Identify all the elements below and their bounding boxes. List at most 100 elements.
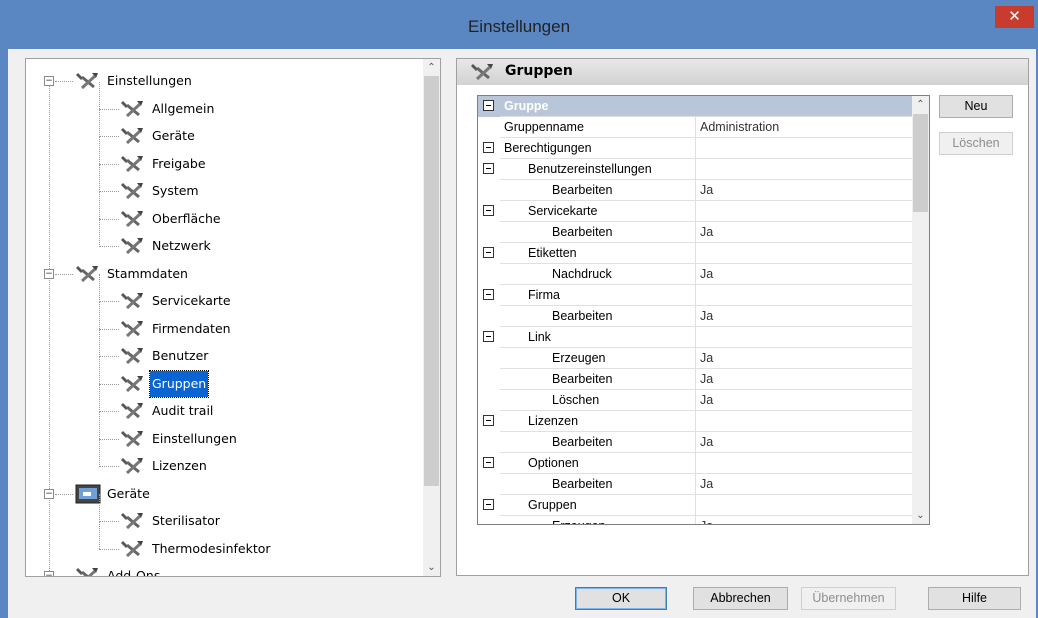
property-value[interactable] [696, 327, 912, 348]
property-value[interactable]: Administration [696, 117, 912, 138]
grid-row[interactable]: Nachdruck Ja [478, 264, 912, 285]
help-button[interactable]: Hilfe [928, 587, 1021, 610]
grid-gutter [478, 453, 500, 474]
tree-connector [99, 81, 100, 109]
property-value[interactable]: Ja [696, 222, 912, 243]
title-bar[interactable]: Einstellungen ✕ [0, 0, 1038, 49]
property-value[interactable]: Ja [696, 180, 912, 201]
collapse-icon[interactable] [483, 331, 494, 342]
tree-connector [99, 164, 100, 192]
grid-row[interactable]: Bearbeiten Ja [478, 432, 912, 453]
settings-tree[interactable]: ⌃ ⌄ − Einstellungen Allgemein Geräte Freigab… [25, 58, 441, 577]
grid-row[interactable]: Berechtigungen [478, 138, 912, 159]
grid-row[interactable]: Etiketten [478, 243, 912, 264]
tree-item[interactable]: Lizenzen [150, 453, 209, 479]
collapse-icon[interactable] [483, 142, 494, 153]
cancel-button[interactable]: Abbrechen [693, 587, 788, 610]
property-value[interactable]: Ja [696, 390, 912, 411]
property-value[interactable] [696, 411, 912, 432]
collapse-icon[interactable] [483, 415, 494, 426]
grid-scroll-up-icon[interactable]: ⌃ [912, 96, 929, 113]
grid-row[interactable]: Bearbeiten Ja [478, 306, 912, 327]
grid-scroll-down-icon[interactable]: ⌄ [912, 507, 929, 524]
grid-scroll-thumb[interactable] [913, 114, 928, 212]
grid-row[interactable]: Bearbeiten Ja [478, 369, 912, 390]
property-value[interactable]: Ja [696, 306, 912, 327]
property-name: Link [500, 327, 696, 348]
grid-row[interactable]: Link [478, 327, 912, 348]
property-value[interactable] [696, 243, 912, 264]
tree-item[interactable]: Stammdaten [105, 261, 190, 287]
tree-item[interactable]: Einstellungen [150, 426, 239, 452]
grid-row[interactable]: Firma [478, 285, 912, 306]
tree-item[interactable]: Thermodesinfektor [150, 536, 273, 562]
grid-row[interactable]: Benutzereinstellungen [478, 159, 912, 180]
tree-item[interactable]: Netzwerk [150, 233, 213, 259]
collapse-icon[interactable] [483, 163, 494, 174]
grid-row[interactable]: Optionen [478, 453, 912, 474]
tools-icon [121, 320, 143, 337]
tree-item[interactable]: Servicekarte [150, 288, 233, 314]
collapse-icon[interactable] [483, 100, 494, 111]
collapse-icon[interactable] [483, 247, 494, 258]
collapse-icon[interactable] [483, 457, 494, 468]
property-value[interactable] [696, 201, 912, 222]
ok-button[interactable]: OK [575, 587, 667, 610]
collapse-icon[interactable] [483, 499, 494, 510]
tools-icon [121, 540, 143, 557]
tree-item[interactable]: Einstellungen [105, 68, 194, 94]
property-value[interactable] [696, 138, 912, 159]
grid-scrollbar[interactable]: ⌃ ⌄ [912, 96, 929, 524]
grid-row[interactable]: Gruppen [478, 495, 912, 516]
grid-row[interactable]: Bearbeiten Ja [478, 180, 912, 201]
permissions-property-grid[interactable]: ErzeugenJaGruppenBearbeitenJaOptionenBea… [477, 95, 930, 525]
grid-row[interactable]: Lizenzen [478, 411, 912, 432]
collapse-icon[interactable] [483, 289, 494, 300]
tree-expander-icon[interactable]: − [44, 571, 54, 576]
tree-item[interactable]: System [150, 178, 201, 204]
tree-item[interactable]: Audit trail [150, 398, 215, 424]
property-value[interactable]: Ja [696, 264, 912, 285]
property-value[interactable]: Ja [696, 369, 912, 390]
scroll-up-arrow-icon[interactable]: ⌃ [423, 59, 440, 76]
grid-row[interactable]: Bearbeiten Ja [478, 474, 912, 495]
tree-expander-icon[interactable]: − [44, 488, 54, 499]
tree-scrollbar[interactable]: ⌃ ⌄ [423, 59, 440, 576]
tree-connector [99, 301, 119, 302]
grid-row[interactable]: Löschen Ja [478, 390, 912, 411]
tree-item[interactable]: Freigabe [150, 151, 208, 177]
tree-item[interactable]: Geräte [105, 481, 152, 507]
delete-button[interactable]: Löschen [939, 132, 1013, 155]
grid-row[interactable]: Gruppenname Administration [478, 117, 912, 138]
tree-expander-icon[interactable]: − [44, 268, 54, 279]
property-value[interactable]: Ja [696, 516, 912, 524]
grid-row[interactable]: ErzeugenJa [478, 516, 912, 524]
property-value[interactable]: Ja [696, 348, 912, 369]
tree-scroll-thumb[interactable] [424, 76, 439, 486]
grid-row[interactable]: ErzeugenJa [478, 348, 912, 369]
tree-item[interactable]: Geräte [150, 123, 197, 149]
grid-category-row[interactable]: Gruppe [478, 96, 912, 117]
tree-item[interactable]: Benutzer [150, 343, 210, 369]
apply-button[interactable]: Übernehmen [801, 587, 896, 610]
tree-expander-icon[interactable]: − [44, 76, 54, 86]
new-button[interactable]: Neu [939, 95, 1013, 118]
property-value[interactable] [696, 495, 912, 516]
tools-icon [121, 183, 143, 200]
property-value[interactable] [696, 453, 912, 474]
tree-item[interactable]: Sterilisator [150, 508, 222, 534]
collapse-icon[interactable] [483, 205, 494, 216]
scroll-down-arrow-icon[interactable]: ⌄ [423, 559, 440, 576]
property-value[interactable] [696, 159, 912, 180]
tree-item[interactable]: Firmendaten [150, 316, 233, 342]
tree-item[interactable]: Add-Ons [105, 563, 162, 576]
close-button[interactable]: ✕ [995, 6, 1034, 28]
property-value[interactable]: Ja [696, 432, 912, 453]
property-value[interactable] [696, 285, 912, 306]
property-value[interactable]: Ja [696, 474, 912, 495]
tree-item[interactable]: Gruppen [148, 369, 210, 398]
grid-row[interactable]: Servicekarte [478, 201, 912, 222]
tree-item[interactable]: Oberfläche [150, 206, 223, 232]
grid-row[interactable]: Bearbeiten Ja [478, 222, 912, 243]
tree-item[interactable]: Allgemein [150, 96, 216, 122]
